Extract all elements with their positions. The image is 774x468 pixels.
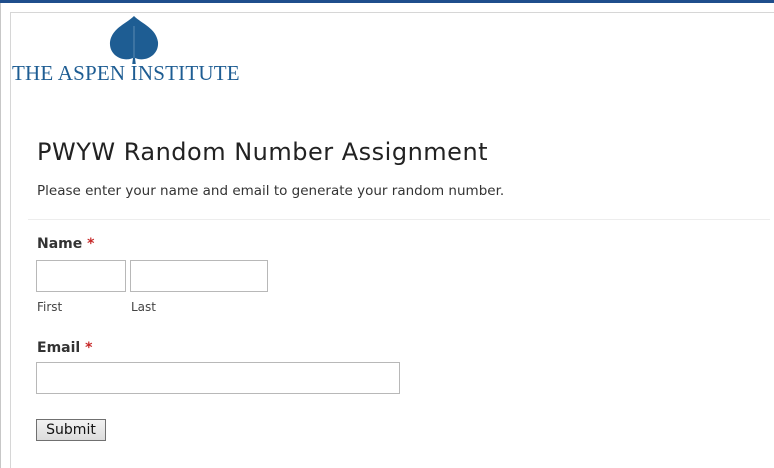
name-label: Name * — [37, 236, 94, 252]
logo-wordmark: THE ASPEN INSTITUTE — [12, 61, 240, 85]
left-border — [0, 3, 1, 468]
name-required-marker: * — [87, 236, 95, 252]
name-label-text: Name — [37, 236, 83, 252]
aspen-institute-logo: THE ASPEN INSTITUTE — [12, 14, 262, 85]
aspen-leaf-icon — [109, 16, 159, 64]
top-accent-bar — [0, 0, 774, 3]
form-description: Please enter your name and email to gene… — [37, 183, 505, 199]
email-label-text: Email — [37, 340, 81, 356]
last-name-sublabel: Last — [131, 300, 156, 314]
first-name-input[interactable] — [36, 260, 126, 292]
email-label: Email * — [37, 340, 92, 356]
form-title: PWYW Random Number Assignment — [37, 138, 489, 166]
last-name-input[interactable] — [130, 260, 268, 292]
email-input[interactable] — [36, 362, 400, 394]
section-divider — [28, 219, 770, 220]
submit-button[interactable]: Submit — [36, 419, 106, 441]
first-name-sublabel: First — [37, 300, 63, 314]
email-required-marker: * — [85, 340, 93, 356]
